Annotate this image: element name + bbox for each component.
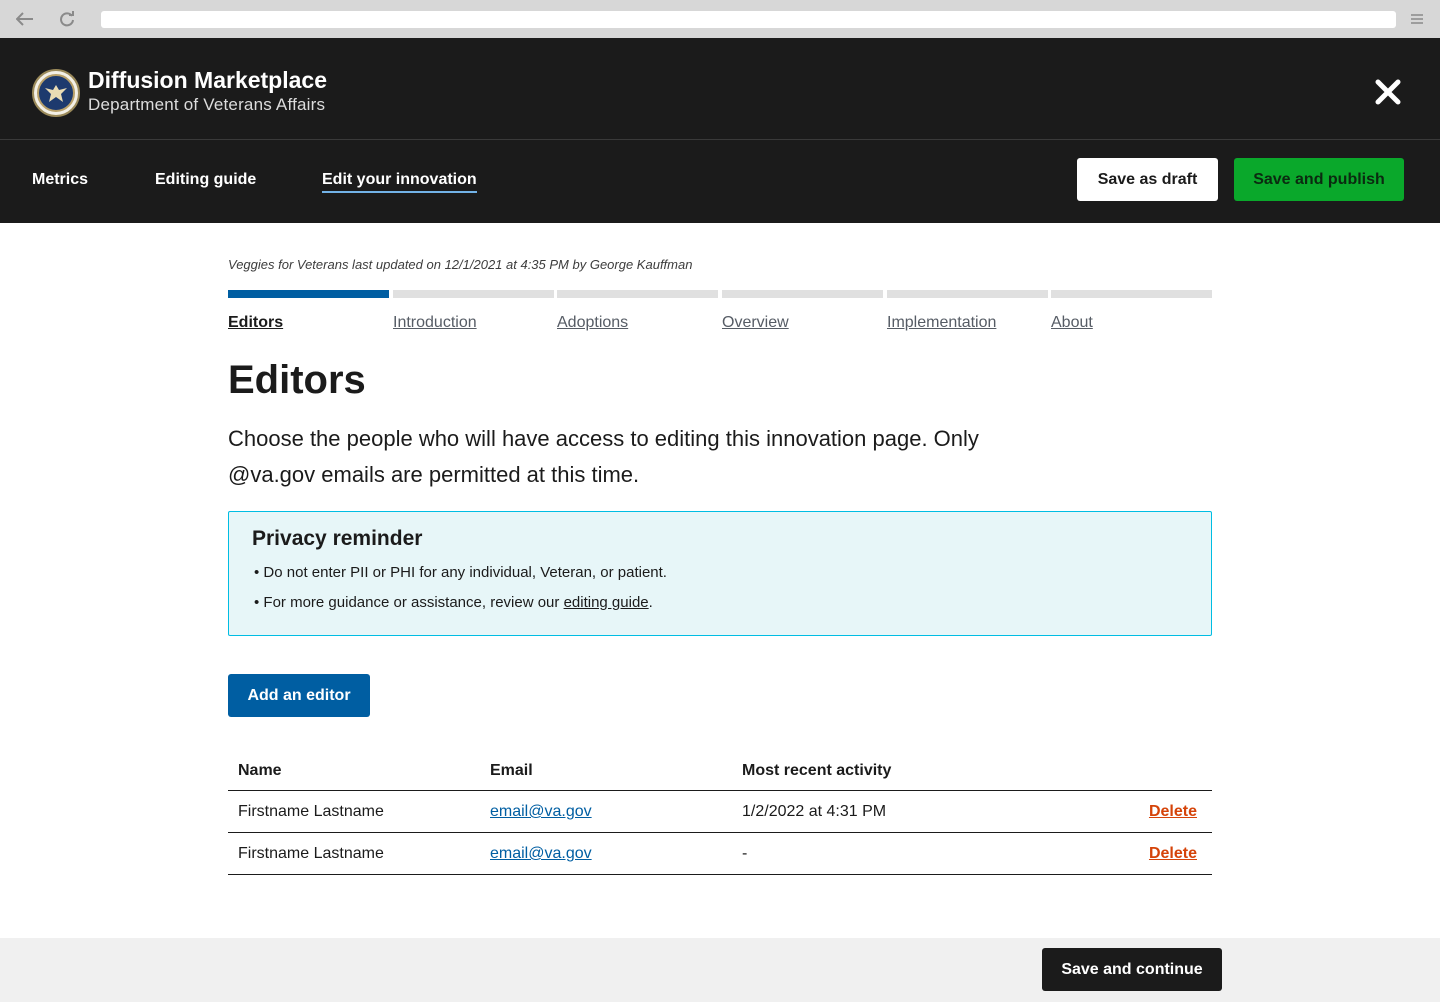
site-title[interactable]: Diffusion Marketplace [88,67,327,94]
editors-table: Name Email Most recent activity Firstnam… [228,750,1212,875]
page-title: Editors [228,358,366,402]
step-label[interactable]: Implementation [887,314,996,332]
step-overview[interactable]: Overview [722,290,883,332]
site-header: Diffusion Marketplace Department of Vete… [0,38,1440,140]
alert-item-guidance: • For more guidance or assistance, revie… [254,594,653,611]
close-icon[interactable] [1370,74,1406,110]
step-progress-bar [557,290,718,298]
step-introduction[interactable]: Introduction [393,290,554,332]
step-progress-bar [722,290,883,298]
alert-item-text: Do not enter PII or PHI for any individu… [263,564,667,581]
step-progress-bar [393,290,554,298]
step-editors[interactable]: Editors [228,290,389,332]
alert-item-pii: • Do not enter PII or PHI for any indivi… [254,564,667,581]
site-subtitle: Department of Veterans Affairs [88,95,326,114]
sticky-footer: Save and continue [0,938,1440,1002]
save-and-publish-button[interactable]: Save and publish [1234,158,1404,201]
delete-editor-button[interactable]: Delete [1149,803,1197,821]
step-label[interactable]: Editors [228,314,283,332]
table-row: Firstname Lastname email@va.gov - Delete [228,833,1212,875]
step-progress-bar [887,290,1048,298]
editor-activity: 1/2/2022 at 4:31 PM [742,803,887,820]
alert-item-text: For more guidance or assistance, review … [263,594,564,611]
step-implementation[interactable]: Implementation [887,290,1048,332]
editor-navbar: Metrics Editing guide Edit your innovati… [0,140,1440,223]
add-editor-button[interactable]: Add an editor [228,674,370,717]
alert-title: Privacy reminder [252,527,423,550]
address-bar[interactable] [101,11,1396,28]
table-header-row: Name Email Most recent activity [228,750,1212,791]
editor-email-link[interactable]: email@va.gov [490,803,592,821]
browser-chrome [0,0,1440,38]
last-updated-text: Veggies for Veterans last updated on 12/… [228,257,693,272]
privacy-alert: Privacy reminder • Do not enter PII or P… [228,511,1212,636]
column-header-activity: Most recent activity [742,762,892,779]
editing-guide-link[interactable]: editing guide [564,594,649,611]
step-label[interactable]: Overview [722,314,789,332]
editor-name: Firstname Lastname [238,845,384,862]
va-seal-icon[interactable] [32,69,80,117]
step-adoptions[interactable]: Adoptions [557,290,718,332]
save-as-draft-button[interactable]: Save as draft [1077,158,1218,201]
step-label[interactable]: About [1051,314,1093,332]
editor-name: Firstname Lastname [238,803,384,820]
column-header-name: Name [238,762,282,779]
arrow-left-icon[interactable] [14,8,36,30]
step-about[interactable]: About [1051,290,1212,332]
step-progress-bar [1051,290,1212,298]
nav-link-editing-guide[interactable]: Editing guide [155,171,256,189]
editor-activity: - [742,845,748,862]
step-progress-bar [228,290,389,298]
column-header-email: Email [490,762,533,779]
intro-text: Choose the people who will have access t… [228,426,979,487]
step-label[interactable]: Introduction [393,314,477,332]
nav-link-metrics[interactable]: Metrics [32,171,88,189]
table-row: Firstname Lastname email@va.gov 1/2/2022… [228,791,1212,833]
editor-email-link[interactable]: email@va.gov [490,845,592,863]
alert-item-suffix: . [648,594,653,611]
save-and-continue-button[interactable]: Save and continue [1042,948,1222,991]
step-label[interactable]: Adoptions [557,314,628,332]
delete-editor-button[interactable]: Delete [1149,845,1197,863]
hamburger-menu-icon[interactable] [1406,8,1428,30]
nav-link-edit-innovation[interactable]: Edit your innovation [322,171,477,193]
reload-icon[interactable] [56,8,78,30]
